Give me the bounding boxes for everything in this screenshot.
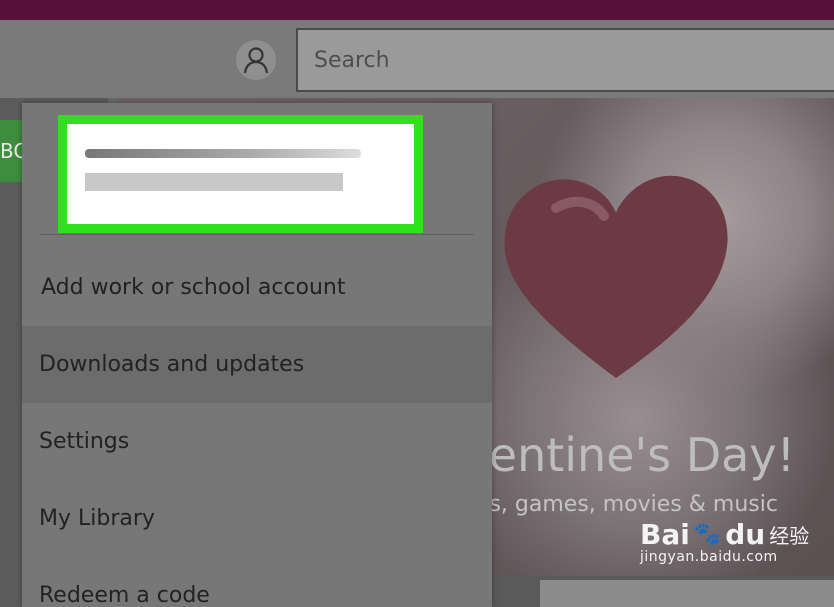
baidu-watermark: Bai 🐾 du 经验 jingyan.baidu.com <box>640 518 809 565</box>
paw-icon: 🐾 <box>693 522 722 547</box>
baidu-logo: Bai 🐾 du 经验 <box>640 518 809 551</box>
hero-title: lentine's Day! <box>476 428 796 482</box>
heart-image <box>504 175 728 378</box>
account-name-redacted <box>85 149 361 158</box>
menu-item-redeem-code[interactable]: Redeem a code <box>22 557 492 607</box>
title-bar <box>0 0 834 20</box>
menu-item-settings[interactable]: Settings <box>22 403 492 480</box>
menu-item-downloads[interactable]: Downloads and updates <box>22 326 492 403</box>
account-email-redacted <box>85 173 343 191</box>
user-icon <box>243 47 269 74</box>
account-card[interactable] <box>58 115 423 233</box>
baidu-logo-cn: 经验 <box>769 524 810 548</box>
menu-item-add-account[interactable]: Add work or school account <box>22 249 492 326</box>
baidu-logo-text-a: Bai <box>640 518 690 551</box>
baidu-logo-text-b: du <box>725 518 766 551</box>
search-input[interactable] <box>298 30 834 90</box>
search-box[interactable] <box>296 28 834 92</box>
user-avatar-button[interactable] <box>236 40 276 80</box>
tile-item[interactable] <box>540 580 834 607</box>
watermark-url: jingyan.baidu.com <box>640 549 778 565</box>
menu-item-my-library[interactable]: My Library <box>22 480 492 557</box>
account-menu: Add work or school account Downloads and… <box>22 103 492 607</box>
hero-subtitle: os, games, movies & music <box>476 492 778 517</box>
menu-divider <box>40 234 474 235</box>
